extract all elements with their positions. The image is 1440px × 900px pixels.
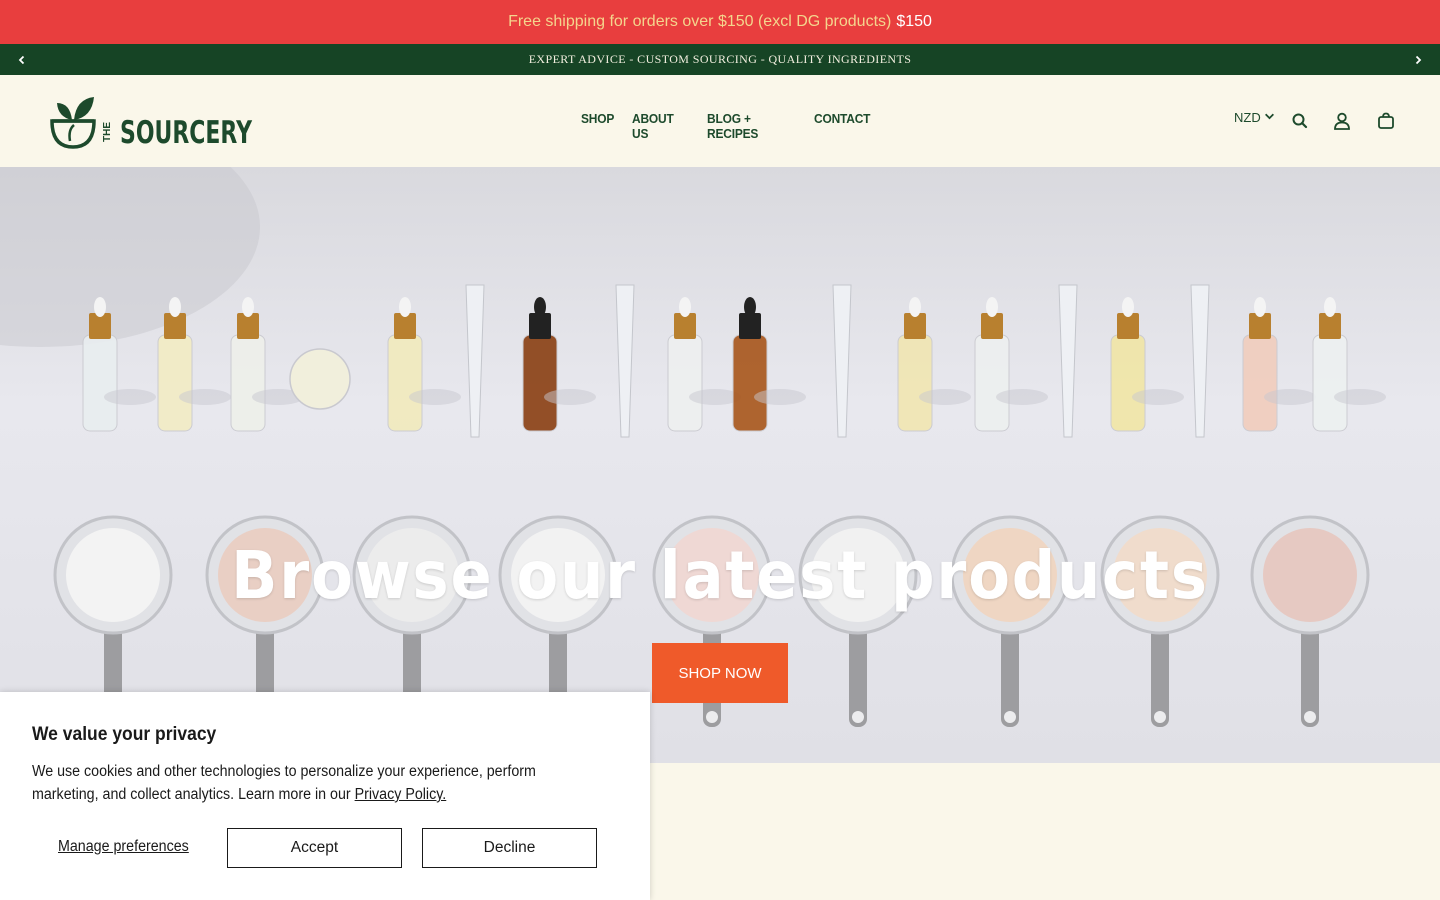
cart-icon[interactable] bbox=[1375, 110, 1397, 132]
pipette bbox=[1058, 284, 1078, 438]
dropper-bulb bbox=[1122, 297, 1134, 317]
bottle bbox=[1110, 334, 1146, 432]
pipette bbox=[615, 284, 635, 438]
promo-banner: Free shipping for orders over $150 (excl… bbox=[0, 0, 1440, 44]
account-icon[interactable] bbox=[1331, 110, 1353, 132]
manage-preferences-link[interactable]: Manage preferences bbox=[58, 838, 189, 856]
nav-shop[interactable]: SHOP bbox=[581, 111, 614, 141]
privacy-policy-link[interactable]: Privacy Policy. bbox=[355, 786, 447, 803]
dropper-bulb bbox=[94, 297, 106, 317]
logo-sourcery-text: SOURCERY bbox=[120, 115, 252, 149]
promo-amount: $150 bbox=[896, 13, 932, 30]
dropper-bulb bbox=[242, 297, 254, 317]
pipette bbox=[465, 284, 485, 438]
bottle bbox=[82, 334, 118, 432]
glass-bowl bbox=[289, 348, 351, 410]
site-header: THE SOURCERY SHOP ABOUT US BLOG + RECIPE… bbox=[0, 75, 1440, 167]
currency-selector[interactable]: NZD bbox=[1234, 110, 1275, 125]
bottle-shadow bbox=[179, 389, 231, 405]
bottle-shadow bbox=[544, 389, 596, 405]
scoop-hole bbox=[1004, 711, 1016, 723]
scoop-hole bbox=[1154, 711, 1166, 723]
scoop-hole bbox=[706, 711, 718, 723]
bottle-shadow bbox=[409, 389, 461, 405]
bottle bbox=[732, 334, 768, 432]
announcement-bar: EXPERT ADVICE - CUSTOM SOURCING - QUALIT… bbox=[0, 44, 1440, 75]
bottle-shadow bbox=[1132, 389, 1184, 405]
bottle-shadow bbox=[996, 389, 1048, 405]
dropper-bulb bbox=[986, 297, 998, 317]
bottle bbox=[667, 334, 703, 432]
bottle bbox=[974, 334, 1010, 432]
hero-banner: Browse our latest products SHOP NOW bbox=[0, 167, 1440, 763]
bottle bbox=[1312, 334, 1348, 432]
dropper-bulb bbox=[679, 297, 691, 317]
hero-shadow bbox=[0, 167, 260, 347]
accept-button[interactable]: Accept bbox=[227, 828, 402, 868]
cookie-body-text: We use cookies and other technologies to… bbox=[32, 763, 536, 803]
bottle bbox=[897, 334, 933, 432]
search-icon[interactable] bbox=[1289, 110, 1311, 132]
logo-the-text: THE bbox=[102, 122, 113, 142]
bottle-shadow bbox=[1334, 389, 1386, 405]
dropper-bulb bbox=[1324, 297, 1336, 317]
dropper-bulb bbox=[399, 297, 411, 317]
bottle-shadow bbox=[104, 389, 156, 405]
bottle bbox=[387, 334, 423, 432]
nav-contact[interactable]: CONTACT bbox=[814, 111, 870, 141]
scoop-hole bbox=[852, 711, 864, 723]
cookie-title: We value your privacy bbox=[32, 724, 217, 745]
dropper-bulb bbox=[169, 297, 181, 317]
pipette bbox=[1190, 284, 1210, 438]
announcement-text: EXPERT ADVICE - CUSTOM SOURCING - QUALIT… bbox=[528, 52, 912, 66]
bottle bbox=[1242, 334, 1278, 432]
header-tools: NZD bbox=[1234, 110, 1275, 125]
main-nav: SHOP ABOUT US BLOG + RECIPES CONTACT bbox=[581, 111, 870, 141]
nav-blog-recipes[interactable]: BLOG + RECIPES bbox=[707, 111, 787, 141]
cookie-banner: We value your privacy We use cookies and… bbox=[0, 692, 650, 900]
cookie-body: We use cookies and other technologies to… bbox=[32, 760, 584, 806]
decline-button[interactable]: Decline bbox=[422, 828, 597, 868]
bottle bbox=[230, 334, 266, 432]
dropper-bulb bbox=[744, 297, 756, 317]
bottle-shadow bbox=[754, 389, 806, 405]
promo-text: Free shipping for orders over $150 (excl… bbox=[508, 13, 892, 30]
nav-about-us[interactable]: ABOUT US bbox=[632, 111, 683, 141]
chevron-left-icon[interactable] bbox=[2, 44, 42, 75]
dropper-bulb bbox=[909, 297, 921, 317]
chevron-right-icon[interactable] bbox=[1398, 44, 1438, 75]
hero-title: Browse our latest products bbox=[231, 537, 1209, 614]
bottle bbox=[522, 334, 558, 432]
scoop-hole bbox=[1304, 711, 1316, 723]
shop-now-button[interactable]: SHOP NOW bbox=[652, 643, 788, 703]
pipette bbox=[832, 284, 852, 438]
dropper-bulb bbox=[1254, 297, 1266, 317]
bottle bbox=[157, 334, 193, 432]
dropper-bulb bbox=[534, 297, 546, 317]
site-logo[interactable]: THE SOURCERY bbox=[50, 95, 255, 151]
chevron-down-icon bbox=[1264, 110, 1275, 125]
bottle-shadow bbox=[1264, 389, 1316, 405]
currency-label: NZD bbox=[1234, 110, 1261, 125]
bottle-shadow bbox=[919, 389, 971, 405]
